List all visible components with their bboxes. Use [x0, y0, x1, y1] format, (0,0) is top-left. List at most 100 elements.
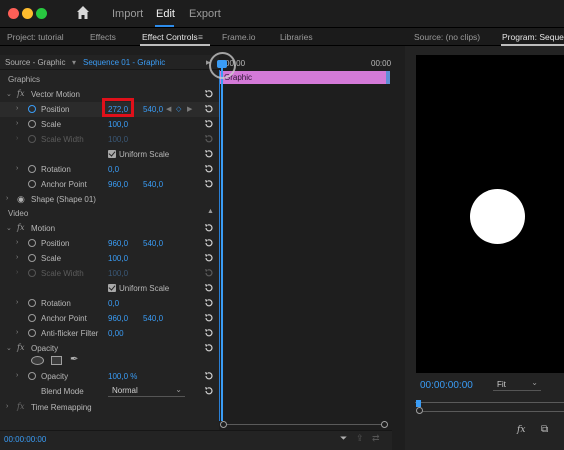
anchor-x-value[interactable]: 960,0: [108, 180, 128, 189]
expand-chevron-icon[interactable]: ›: [16, 299, 18, 306]
expand-chevron-icon[interactable]: ›: [16, 120, 18, 127]
source-dropdown-icon[interactable]: ▾: [72, 58, 76, 67]
filter-icon[interactable]: ⏷: [340, 433, 347, 444]
tab-effect-controls[interactable]: Effect Controls: [142, 32, 198, 42]
zoom-fit-select[interactable]: Fit ⌄: [493, 378, 541, 391]
home-icon[interactable]: [76, 5, 90, 21]
stopwatch-icon[interactable]: [28, 120, 36, 128]
stopwatch-icon[interactable]: [28, 239, 36, 247]
reset-icon[interactable]: [204, 298, 214, 308]
collapse-chevron-icon[interactable]: ⌄: [6, 224, 12, 232]
panel-menu-icon[interactable]: ≡: [198, 32, 203, 42]
rotation-value[interactable]: 0,0: [108, 165, 119, 174]
program-playhead[interactable]: [416, 400, 421, 407]
add-keyframe-icon[interactable]: ◇: [176, 105, 181, 113]
tab-project[interactable]: Project: tutorial: [7, 32, 64, 42]
video-uniform-scale-row[interactable]: Uniform Scale: [0, 281, 219, 296]
rotation-row[interactable]: › Rotation 0,0: [0, 162, 219, 177]
opacity-value-row[interactable]: › Opacity 100,0 %: [0, 369, 219, 384]
anchor-y-value[interactable]: 540,0: [143, 180, 163, 189]
tab-effects[interactable]: Effects: [90, 32, 116, 42]
export-frame-icon[interactable]: ⧉: [541, 424, 548, 435]
reset-icon[interactable]: [204, 164, 214, 174]
position-y-value[interactable]: 540,0: [143, 105, 163, 114]
collapse-chevron-icon[interactable]: ⌄: [6, 90, 12, 98]
fx-icon[interactable]: fx: [17, 89, 24, 98]
reset-icon[interactable]: [204, 223, 214, 233]
stopwatch-icon[interactable]: [28, 105, 36, 113]
scale-row[interactable]: › Scale 100,0: [0, 117, 219, 132]
expand-chevron-icon[interactable]: ›: [16, 105, 18, 112]
eye-icon[interactable]: ◉: [17, 194, 25, 205]
rectangle-mask-icon[interactable]: [51, 356, 62, 365]
minimize-window-button[interactable]: [22, 8, 33, 19]
close-window-button[interactable]: [8, 8, 19, 19]
uniform-scale-checkbox[interactable]: [108, 150, 116, 158]
fx-icon[interactable]: fx: [517, 425, 525, 435]
tab-libraries[interactable]: Libraries: [280, 32, 313, 42]
video-scale-row[interactable]: › Scale 100,0: [0, 251, 219, 266]
reset-icon[interactable]: [204, 238, 214, 248]
menu-export[interactable]: Export: [189, 8, 221, 20]
time-remapping-row[interactable]: › fx Time Remapping: [0, 400, 219, 415]
reset-icon[interactable]: [204, 104, 214, 114]
expand-chevron-icon[interactable]: ›: [16, 254, 18, 261]
expand-chevron-icon[interactable]: ›: [6, 403, 8, 410]
pen-mask-icon[interactable]: ✒: [70, 354, 78, 365]
tab-frameio[interactable]: Frame.io: [222, 32, 256, 42]
shape-row[interactable]: › ◉ Shape (Shape 01): [0, 192, 219, 207]
stopwatch-icon[interactable]: [28, 329, 36, 337]
uniform-scale-row[interactable]: Uniform Scale: [0, 147, 219, 162]
footer-timecode[interactable]: 00:00:00:00: [4, 435, 46, 444]
video-rotation-value[interactable]: 0,0: [108, 299, 119, 308]
video-position-x-value[interactable]: 960,0: [108, 239, 128, 248]
reset-icon[interactable]: [204, 313, 214, 323]
zoom-handle-left[interactable]: [220, 421, 227, 428]
video-anchor-x-value[interactable]: 960,0: [108, 314, 128, 323]
motion-row[interactable]: ⌄ fx Motion: [0, 221, 219, 236]
video-scale-value[interactable]: 100,0: [108, 254, 128, 263]
clip-end-handle[interactable]: [386, 71, 390, 84]
zoom-handle-right[interactable]: [381, 421, 388, 428]
expand-chevron-icon[interactable]: ›: [16, 239, 18, 246]
fx-icon[interactable]: fx: [17, 402, 24, 411]
reset-icon[interactable]: [204, 328, 214, 338]
collapse-up-icon[interactable]: ▲: [207, 208, 214, 215]
program-zoom-handle-left[interactable]: [416, 407, 423, 414]
collapse-chevron-icon[interactable]: ⌄: [6, 344, 12, 352]
white-circle-shape[interactable]: [470, 189, 525, 244]
video-position-row[interactable]: › Position 960,0 540,0: [0, 236, 219, 251]
expand-chevron-icon[interactable]: ›: [16, 329, 18, 336]
playhead-line[interactable]: [221, 63, 223, 430]
reset-icon[interactable]: [204, 149, 214, 159]
ellipse-mask-icon[interactable]: [31, 356, 44, 365]
blend-mode-row[interactable]: Blend Mode Normal ⌄: [0, 384, 219, 399]
video-anchor-y-value[interactable]: 540,0: [143, 314, 163, 323]
blend-mode-select[interactable]: Normal ⌄: [108, 385, 185, 397]
stopwatch-icon[interactable]: [28, 299, 36, 307]
program-time-ruler[interactable]: [415, 398, 564, 406]
reset-icon[interactable]: [204, 89, 214, 99]
fx-icon[interactable]: fx: [17, 223, 24, 232]
video-position-y-value[interactable]: 540,0: [143, 239, 163, 248]
reset-icon[interactable]: [204, 371, 214, 381]
graphic-clip-bar[interactable]: Graphic: [220, 71, 390, 84]
next-keyframe-icon[interactable]: ▶: [187, 105, 192, 113]
antiflicker-value[interactable]: 0,00: [108, 329, 124, 338]
antiflicker-row[interactable]: › Anti-flicker Filter 0,00: [0, 326, 219, 341]
reset-icon[interactable]: [204, 119, 214, 129]
stopwatch-icon[interactable]: [28, 254, 36, 262]
stopwatch-icon[interactable]: [28, 165, 36, 173]
reset-icon[interactable]: [204, 386, 214, 396]
scale-value[interactable]: 100,0: [108, 120, 128, 129]
reset-icon[interactable]: [204, 253, 214, 263]
sequence-link[interactable]: Sequence 01 - Graphic: [83, 58, 165, 67]
timeline-zoom-bar[interactable]: [219, 421, 392, 430]
menu-edit[interactable]: Edit: [156, 8, 175, 20]
timeline-ruler[interactable]: 00:00 00:00: [219, 55, 392, 70]
video-rotation-row[interactable]: › Rotation 0,0: [0, 296, 219, 311]
reset-icon[interactable]: [204, 343, 214, 353]
stopwatch-icon[interactable]: [28, 372, 36, 380]
zoom-window-button[interactable]: [36, 8, 47, 19]
expand-chevron-icon[interactable]: ›: [16, 165, 18, 172]
